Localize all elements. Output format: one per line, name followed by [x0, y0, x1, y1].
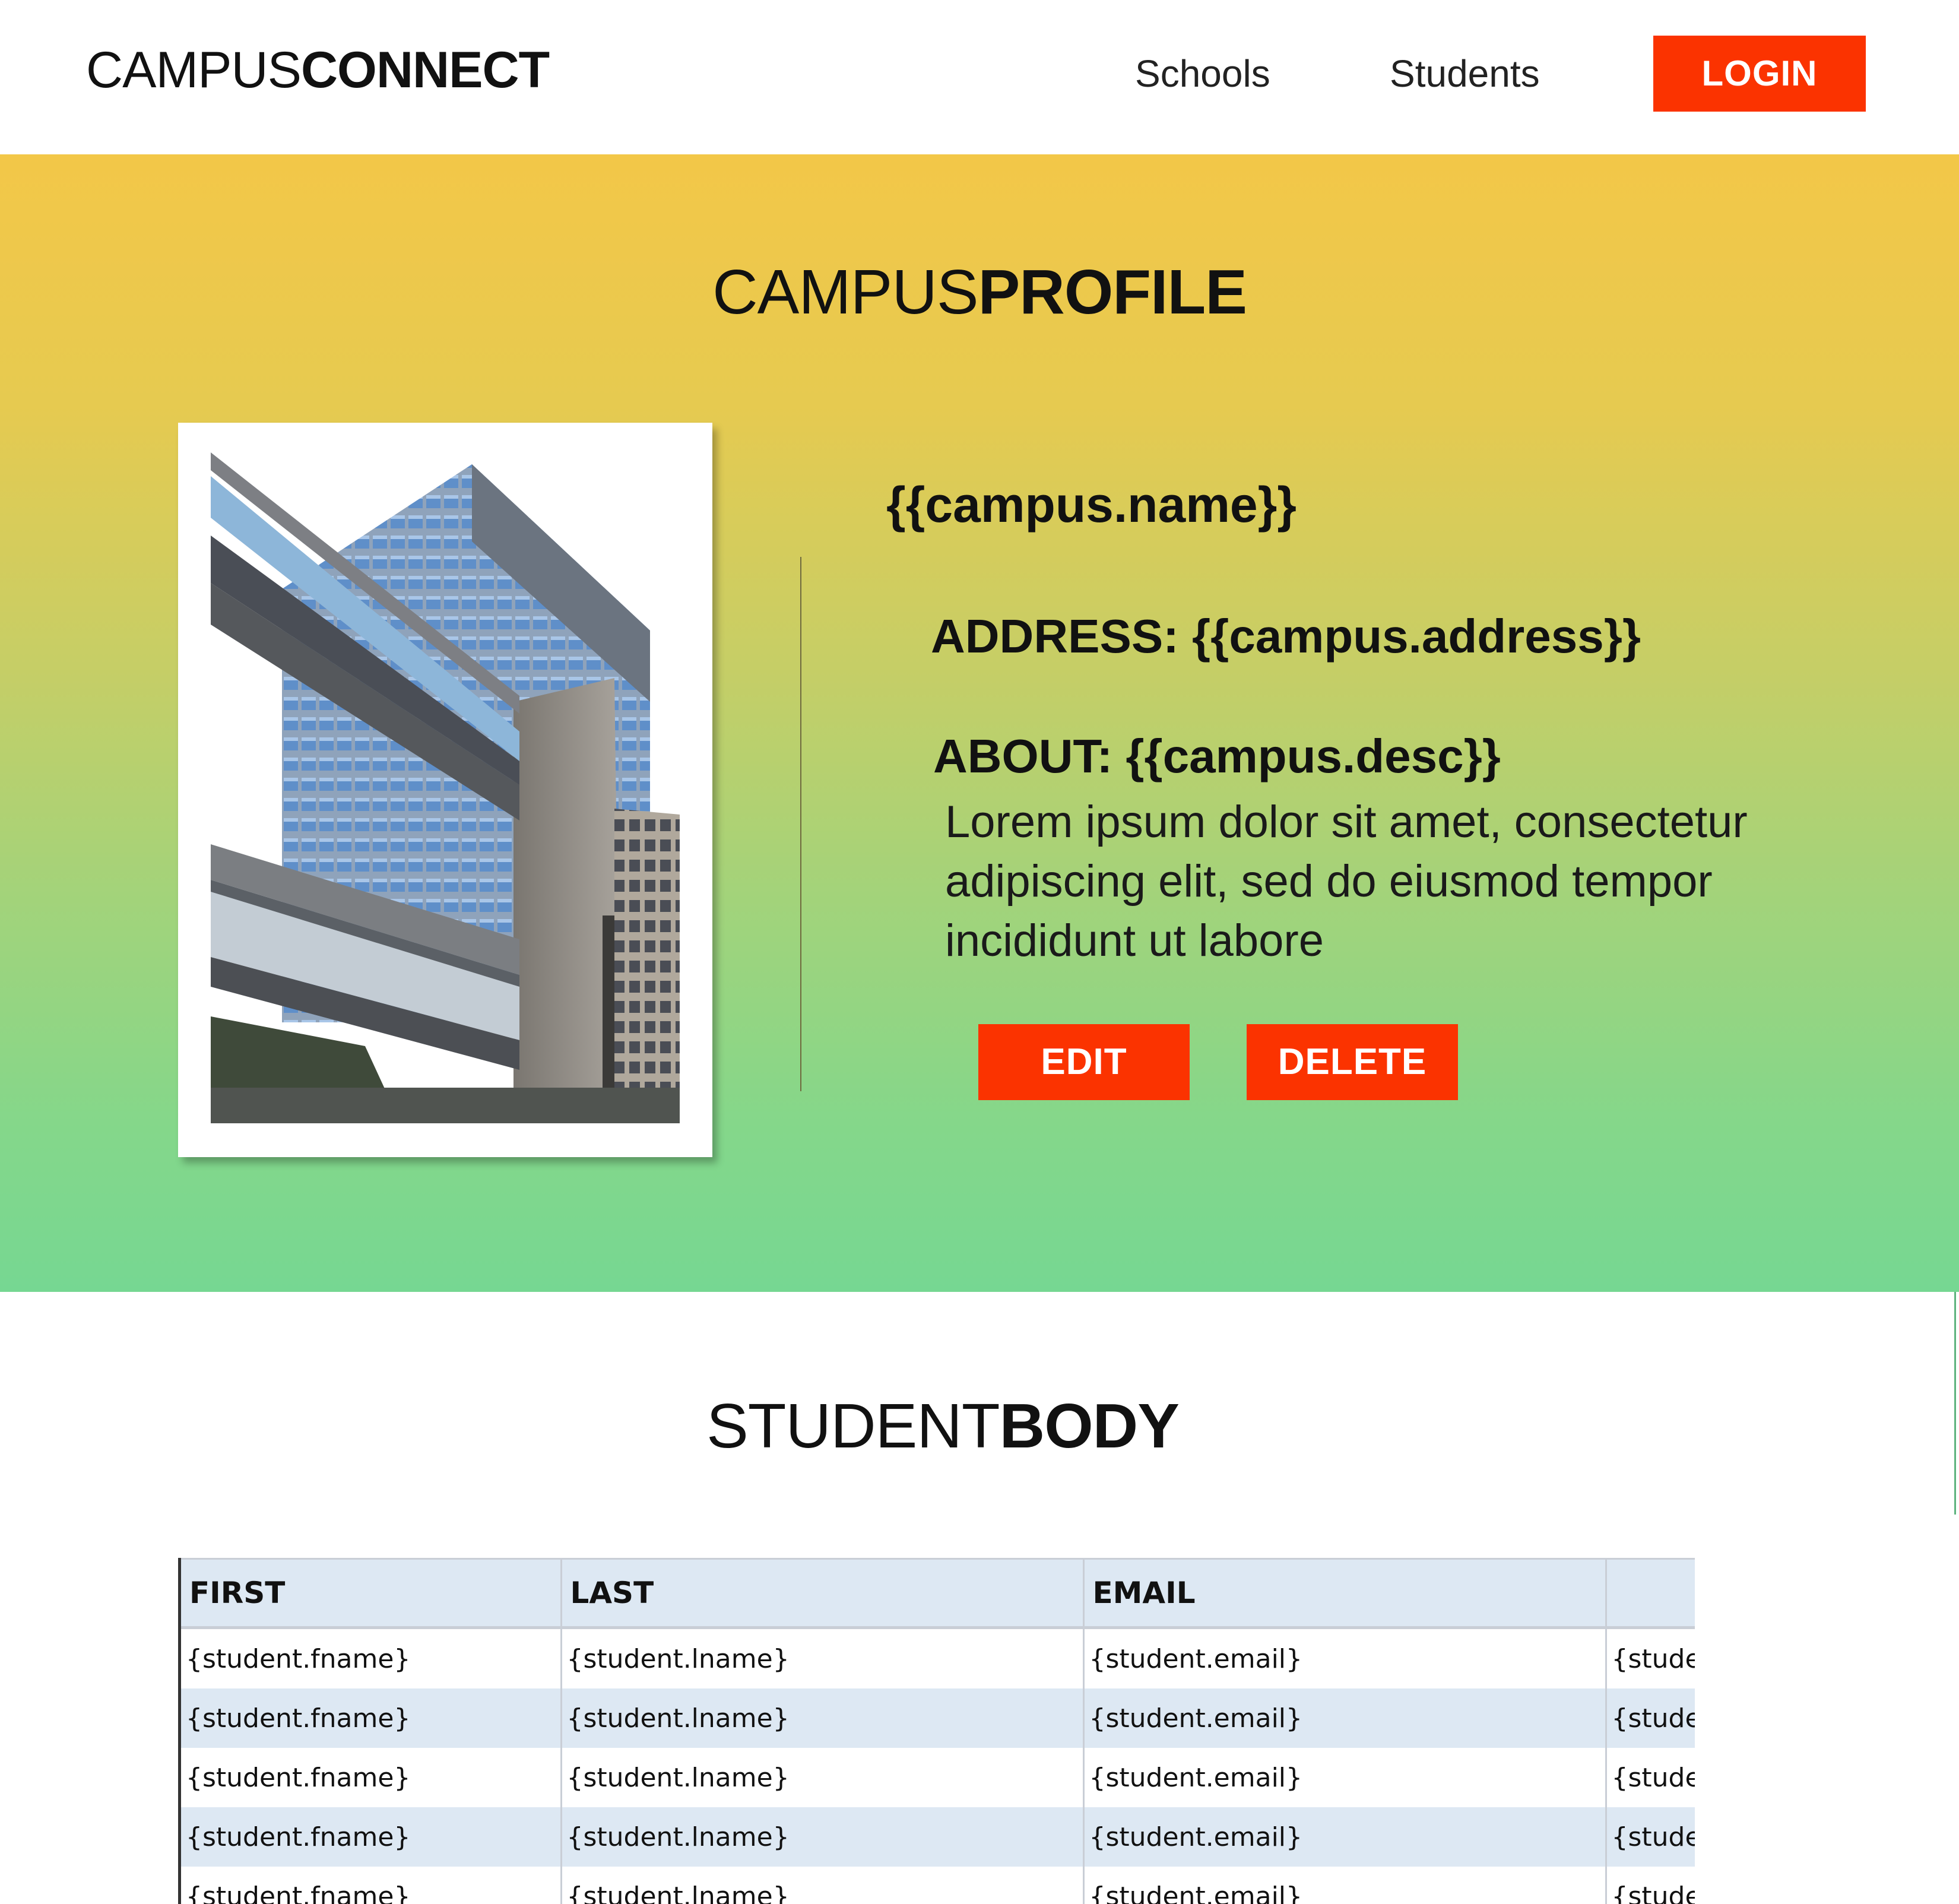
brand-logo[interactable]: CAMPUSCONNECT	[86, 40, 550, 100]
campus-address: ADDRESS: {{campus.address}}	[931, 607, 1641, 666]
student-body-section: STUDENTBODY FIRST LAST EMAIL {student.fn…	[0, 1292, 1959, 1904]
campus-profile-section: CAMPUSPROFILE {{campus.name}} ADDRESS: {…	[0, 154, 1959, 1292]
cell-fname: {student.fname}	[181, 1807, 562, 1867]
nav-link-students[interactable]: Students	[1390, 50, 1540, 97]
student-body-title: STUDENTBODY	[0, 1390, 1887, 1462]
cell-lname: {student.lname}	[561, 1748, 1085, 1807]
edit-button[interactable]: EDIT	[978, 1024, 1190, 1100]
column-header-extra[interactable]	[1606, 1558, 1695, 1629]
cell-fname: {student.fname}	[181, 1867, 562, 1904]
edge-divider	[1954, 1292, 1956, 1515]
address-label: ADDRESS:	[931, 610, 1179, 663]
profile-title: CAMPUSPROFILE	[0, 256, 1959, 328]
table-header-row: FIRST LAST EMAIL	[181, 1558, 1695, 1629]
column-header-last[interactable]: LAST	[561, 1558, 1085, 1629]
cell-fname: {student.fname}	[181, 1748, 562, 1807]
campus-description: Lorem ipsum dolor sit amet, consectetur …	[945, 797, 1748, 966]
cell-email: {student.email}	[1083, 1627, 1607, 1688]
column-header-email[interactable]: EMAIL	[1083, 1558, 1607, 1629]
cell-lname: {student.lname}	[561, 1627, 1085, 1688]
cell-lname: {student.lname}	[561, 1688, 1085, 1748]
about-value: {{campus.desc}}	[1126, 730, 1501, 782]
address-value: {{campus.address}}	[1192, 610, 1641, 663]
table-row[interactable]: {student.fname} {student.lname} {student…	[181, 1688, 1695, 1748]
table-row[interactable]: {student.fname} {student.lname} {student…	[181, 1627, 1695, 1688]
cell-extra: {student	[1606, 1807, 1695, 1867]
cell-lname: {student.lname}	[561, 1867, 1085, 1904]
cell-lname: {student.lname}	[561, 1807, 1085, 1867]
cell-email: {student.email}	[1083, 1748, 1607, 1807]
nav-link-schools[interactable]: Schools	[1135, 50, 1270, 97]
cell-extra: {student	[1606, 1627, 1695, 1688]
brand-bold: CONNECT	[300, 42, 550, 99]
cell-email: {student.email}	[1083, 1867, 1607, 1904]
profile-divider	[800, 557, 801, 1091]
cell-fname: {student.fname}	[181, 1688, 562, 1748]
table-row[interactable]: {student.fname} {student.lname} {student…	[181, 1807, 1695, 1867]
about-label: ABOUT:	[933, 730, 1113, 782]
login-button[interactable]: LOGIN	[1653, 36, 1866, 112]
profile-title-bold: PROFILE	[978, 257, 1247, 327]
campus-photo	[211, 452, 680, 1123]
student-title-bold: BODY	[999, 1391, 1180, 1461]
campus-name: {{campus.name}}	[886, 477, 1297, 533]
cell-email: {student.email}	[1083, 1807, 1607, 1867]
cell-email: {student.email}	[1083, 1688, 1607, 1748]
navbar: CAMPUSCONNECT Schools Students LOGIN	[0, 0, 1959, 154]
column-header-first[interactable]: FIRST	[181, 1558, 562, 1629]
table-row[interactable]: {student.fname} {student.lname} {student…	[181, 1867, 1695, 1904]
brand-light: CAMPUS	[86, 42, 302, 99]
table-row[interactable]: {student.fname} {student.lname} {student…	[181, 1748, 1695, 1807]
cell-fname: {student.fname}	[181, 1627, 562, 1688]
cell-extra: {student	[1606, 1748, 1695, 1807]
student-table: FIRST LAST EMAIL {student.fname} {studen…	[181, 1558, 1695, 1904]
campus-about: ABOUT: {{campus.desc}}	[933, 727, 1501, 786]
delete-button[interactable]: DELETE	[1247, 1024, 1458, 1100]
student-table-container[interactable]: FIRST LAST EMAIL {student.fname} {studen…	[178, 1558, 1695, 1904]
cell-extra: {student	[1606, 1867, 1695, 1904]
student-title-light: STUDENT	[706, 1391, 1000, 1461]
cell-extra: {student	[1606, 1688, 1695, 1748]
campus-photo-card	[178, 423, 712, 1157]
profile-title-light: CAMPUS	[712, 257, 979, 327]
